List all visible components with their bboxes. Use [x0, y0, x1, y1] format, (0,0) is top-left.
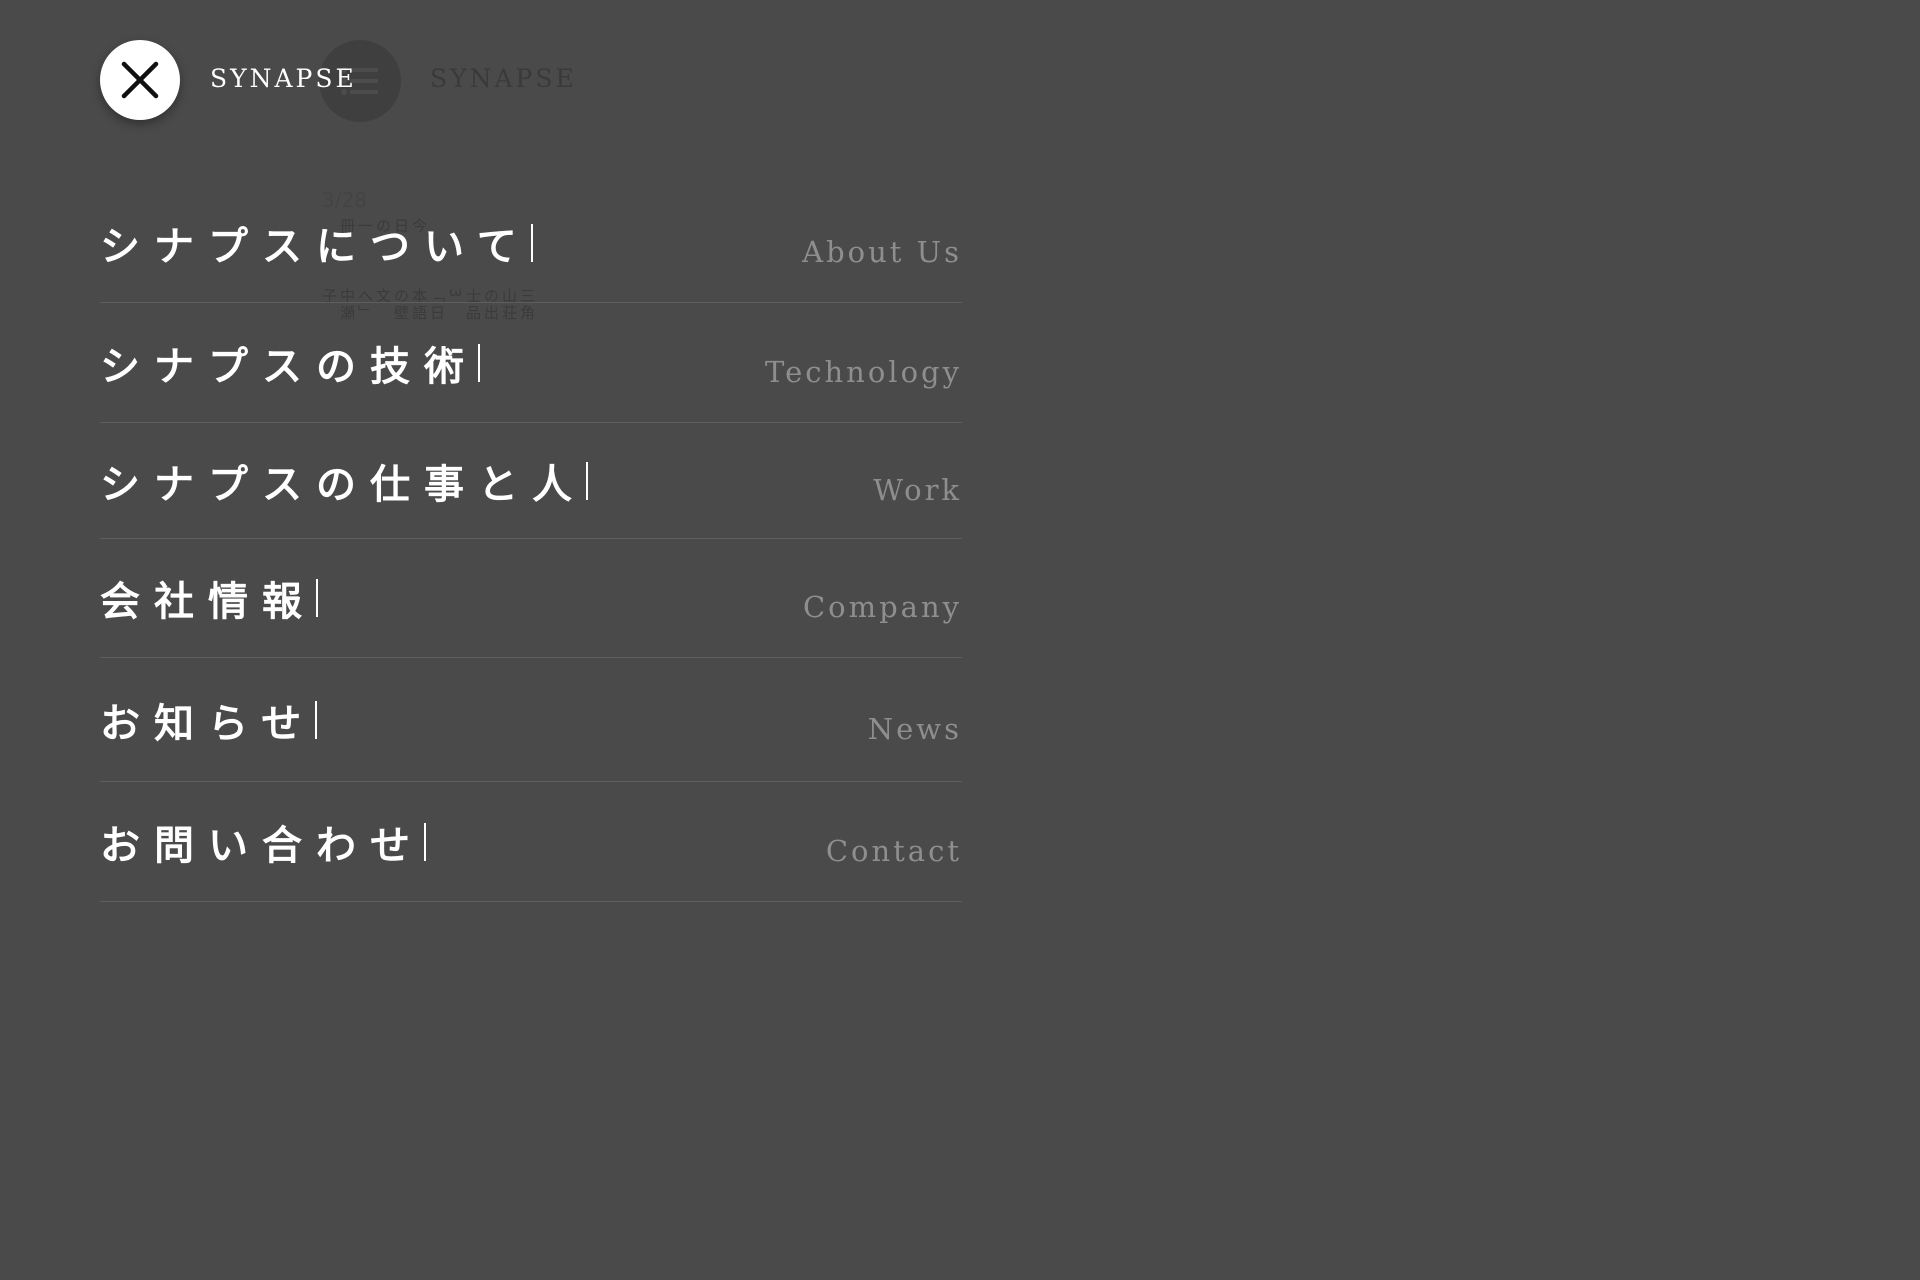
nav-item-contact[interactable]: お問い合わせ Contact [100, 782, 962, 902]
nav-work-jp: シナプスの仕事と人 [100, 460, 586, 508]
nav-item-jp-label: 会社情報 [100, 569, 318, 627]
nav-news-jp: お知らせ [100, 699, 316, 747]
menu-overlay: SYNAPSE 3/28 今日の一冊 三角山荘の出士品 3「日本語の壁文へ」中瀬… [0, 0, 1920, 1280]
logo[interactable]: SYNAPSE [210, 64, 357, 93]
nav-item-news[interactable]: お知らせ News [100, 658, 962, 782]
nav-item-work[interactable]: シナプスの仕事と人 Work [100, 423, 962, 539]
text-cursor-bar [586, 461, 588, 500]
text-cursor-bar [530, 223, 533, 262]
text-cursor-bar [478, 343, 480, 382]
close-menu-button[interactable] [100, 40, 180, 120]
nav-item-jp-label: お知らせ [100, 691, 318, 749]
nav-item-company[interactable]: 会社情報 Company [100, 539, 962, 658]
background-logo: SYNAPSE [430, 64, 577, 93]
nav-work-en: Work [873, 472, 962, 507]
nav-about-en: About Us [802, 234, 962, 269]
nav-item-technology[interactable]: シナプスの技術 Technology [100, 303, 962, 423]
nav-item-jp-label: シナプスの技術 [100, 334, 480, 392]
text-cursor-bar [315, 700, 318, 739]
nav-contact-jp: お問い合わせ [100, 821, 424, 869]
nav-news-en: News [867, 711, 962, 746]
nav-item-jp-label: シナプスについて [100, 214, 533, 272]
nav-technology-en: Technology [765, 354, 962, 389]
text-cursor-bar [424, 822, 426, 861]
nav-item-jp-label: シナプスの仕事と人 [100, 452, 588, 510]
nav-company-en: Company [802, 590, 962, 624]
close-icon [121, 61, 159, 99]
nav-contact-en: Contact [825, 833, 962, 868]
nav-about-jp: シナプスについて [100, 222, 531, 270]
nav-item-jp-label: お問い合わせ [100, 813, 426, 871]
nav-technology-jp: シナプスの技術 [100, 342, 478, 390]
main-nav: シナプスについて About Us シナプスの技術 Technology シナプ… [100, 183, 962, 902]
text-cursor-bar [316, 579, 318, 617]
nav-company-jp: 会社情報 [100, 578, 316, 625]
nav-item-about[interactable]: シナプスについて About Us [100, 183, 962, 303]
